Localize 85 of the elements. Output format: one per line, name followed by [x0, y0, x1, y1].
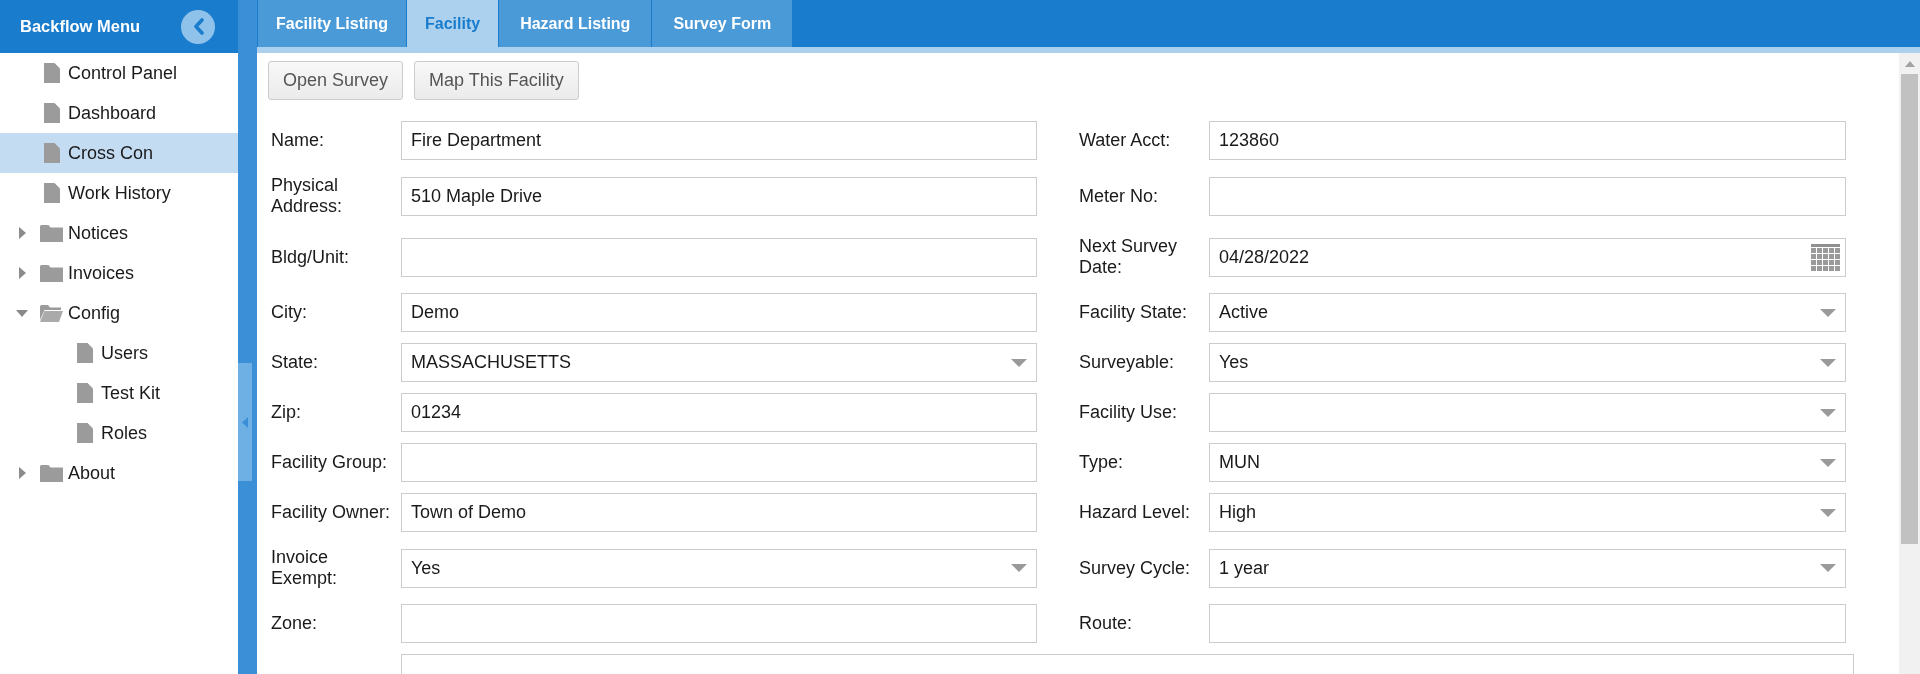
dropdown-arrow-icon [1820, 508, 1836, 517]
field-label: State: [271, 351, 320, 374]
toolbar-button[interactable]: Map This Facility [414, 61, 579, 100]
field-label: Facility Group: [271, 451, 389, 474]
sidebar-item[interactable]: About [0, 453, 238, 493]
scrollbar-thumb[interactable] [1901, 74, 1918, 544]
document-icon [76, 343, 93, 363]
text-field[interactable]: Fire Department [401, 121, 1037, 160]
caret-right-icon[interactable] [18, 227, 26, 239]
field-label: Type: [1078, 451, 1125, 474]
sidebar-item[interactable]: Notices [0, 213, 238, 253]
dropdown-field[interactable]: 1 year [1209, 548, 1846, 588]
text-field[interactable]: 510 Maple Drive [401, 176, 1037, 216]
field-label: Physical Address: [271, 174, 344, 218]
sidebar-item[interactable]: Config [0, 293, 238, 333]
text-field[interactable] [401, 237, 1037, 277]
sidebar-item[interactable]: Invoices [0, 253, 238, 293]
field-label: Survey Cycle: [1078, 556, 1192, 580]
dropdown-field[interactable]: MUN [1209, 443, 1846, 482]
caret-right-icon[interactable] [18, 267, 26, 279]
sidebar-item[interactable]: Cross Con [0, 133, 238, 173]
document-icon [43, 103, 60, 123]
sidebar-item[interactable]: Control Panel [0, 53, 238, 93]
field-label: Surveyable: [1078, 351, 1176, 374]
dropdown-arrow-icon [1820, 308, 1836, 317]
scroll-up-arrow-icon[interactable] [1904, 61, 1915, 67]
open-folder-icon [40, 304, 63, 322]
dropdown-arrow-icon [1011, 564, 1027, 572]
dropdown-arrow-icon [1820, 358, 1836, 367]
dropdown-field[interactable] [1209, 393, 1846, 432]
text-field[interactable] [401, 443, 1037, 482]
document-icon [76, 383, 93, 403]
collapse-button[interactable] [181, 9, 215, 44]
dropdown-field[interactable]: High [1209, 493, 1846, 532]
text-field[interactable] [1209, 176, 1846, 216]
field-label: Bldg/Unit: [271, 245, 351, 269]
sidebar-item[interactable]: Test Kit [0, 373, 238, 413]
field-label: Hazard Level: [1078, 501, 1192, 524]
chevron-left-icon [192, 18, 204, 35]
folder-icon [40, 264, 63, 282]
sidebar-item[interactable]: Users [0, 333, 238, 373]
sidebar-title: Backflow Menu [20, 16, 141, 38]
dropdown-field[interactable]: Yes [1209, 343, 1846, 382]
folder-icon [40, 224, 63, 242]
dropdown-arrow-icon [1820, 458, 1836, 467]
field-label: Facility Owner: [271, 501, 392, 524]
dropdown-arrow-icon [1820, 408, 1836, 417]
field-label: Next Survey Date: [1078, 235, 1179, 279]
dropdown-arrow-icon [1820, 564, 1836, 572]
field-label: Facility Use: [1078, 401, 1178, 424]
field-label: Water Acct: [1078, 129, 1172, 152]
sidebar-item[interactable]: Roles [0, 413, 238, 453]
folder-icon [40, 464, 63, 482]
text-field[interactable]: Town of Demo [401, 493, 1037, 532]
field-label: Route: [1078, 612, 1134, 635]
document-icon [76, 423, 93, 443]
sidebar-item[interactable]: Work History [0, 173, 238, 213]
text-field[interactable] [401, 604, 1037, 643]
sidebar-item[interactable]: Dashboard [0, 93, 238, 133]
document-icon [43, 143, 60, 163]
text-field[interactable]: 01234 [401, 393, 1037, 432]
splitter-handle[interactable] [238, 363, 252, 481]
dropdown-arrow-icon [1011, 358, 1027, 367]
caret-left-icon [242, 416, 248, 428]
text-field[interactable]: 123860 [1209, 121, 1846, 160]
document-icon [43, 63, 60, 83]
text-field[interactable]: Demo [401, 293, 1037, 332]
text-field[interactable] [1209, 604, 1846, 643]
field-label: Meter No: [1078, 184, 1160, 208]
dropdown-field[interactable]: Active [1209, 293, 1846, 332]
toolbar-button[interactable]: Open Survey [268, 61, 404, 100]
dropdown-field[interactable]: MASSACHUSETTS [401, 343, 1037, 382]
field-label: City: [271, 301, 308, 324]
dropdown-field[interactable]: Yes [401, 548, 1037, 588]
calendar-icon[interactable] [1811, 243, 1840, 271]
document-icon [43, 183, 60, 203]
field-label: Zip: [271, 401, 302, 424]
field-label: Name: [271, 129, 325, 152]
field-label: Zone: [271, 612, 319, 635]
field-label: Invoice Exempt: [271, 546, 339, 590]
date-field[interactable]: 04/28/2022 [1209, 237, 1846, 277]
field-label: Facility State: [1078, 301, 1189, 324]
scrollbar-track[interactable] [1899, 53, 1920, 674]
caret-right-icon[interactable] [18, 467, 26, 479]
caret-down-icon[interactable] [16, 309, 28, 317]
